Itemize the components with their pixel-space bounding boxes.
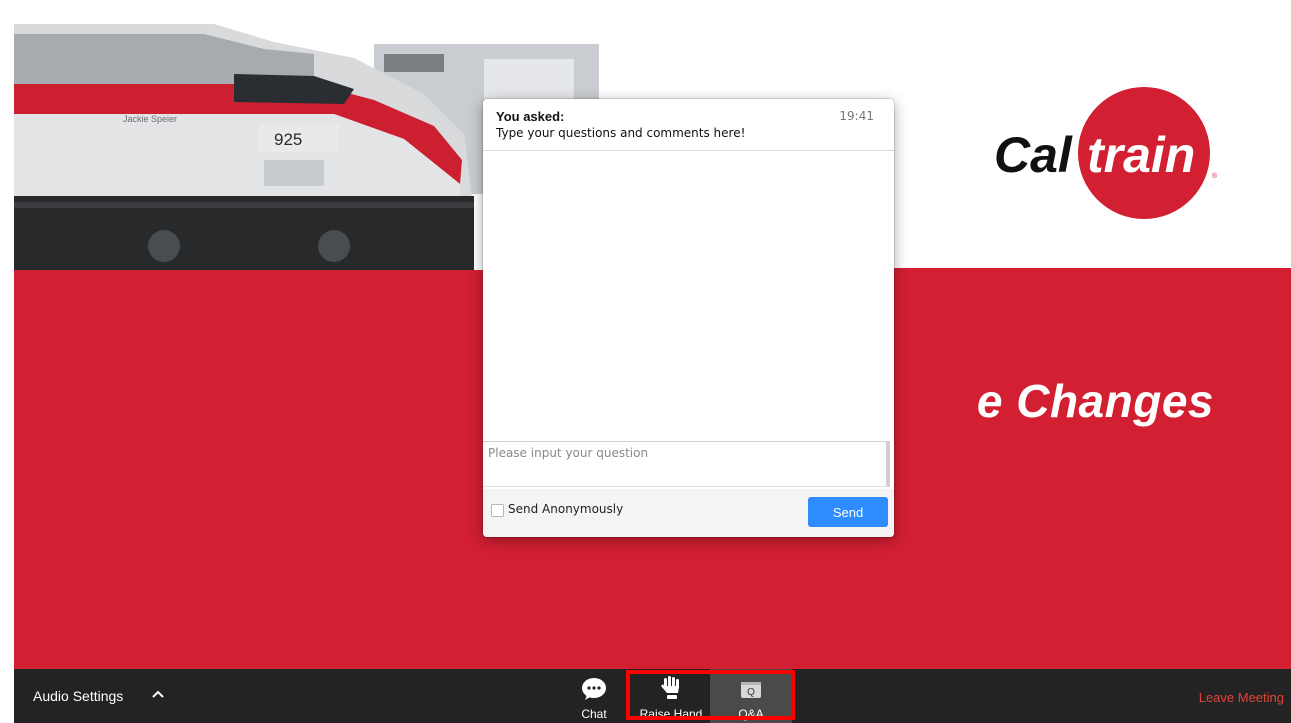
qa-label: Q&A (738, 707, 764, 721)
caret-up-icon[interactable] (151, 687, 165, 701)
meeting-toolbar: Audio Settings Chat Raise Hand Q Q&A Lea… (14, 669, 1291, 723)
send-anonymously-label[interactable]: Send Anonymously (508, 502, 623, 516)
chat-button[interactable]: Chat (570, 669, 618, 723)
qa-panel: You asked: Type your questions and comme… (483, 99, 894, 537)
qa-question-header: You asked: Type your questions and comme… (483, 99, 894, 151)
raise-hand-icon (661, 676, 679, 699)
raise-hand-label: Raise Hand (639, 707, 703, 721)
svg-text:®: ® (1212, 172, 1218, 180)
qa-icon: Q (741, 682, 761, 698)
you-asked-label: You asked: (496, 109, 565, 124)
question-timestamp: 19:41 (839, 109, 874, 123)
raise-hand-button[interactable]: Raise Hand (632, 669, 710, 723)
question-input[interactable] (483, 441, 890, 487)
qa-button[interactable]: Q Q&A (710, 669, 792, 723)
leave-meeting-button[interactable]: Leave Meeting (1199, 690, 1284, 705)
send-button[interactable]: Send (808, 497, 888, 527)
asked-question-text: Type your questions and comments here! (496, 126, 746, 140)
qa-footer: Send Anonymously Send (483, 489, 894, 537)
train-name-plate: Jackie Speier (123, 114, 177, 124)
train-number: 925 (274, 130, 302, 149)
svg-text:Q: Q (747, 687, 755, 698)
chat-label: Chat (581, 707, 607, 721)
caltrain-logo: Cal train ® (994, 87, 1218, 219)
qa-question-list[interactable] (483, 151, 894, 441)
svg-text:train: train (1087, 127, 1195, 183)
send-anonymously-checkbox[interactable] (491, 504, 504, 517)
chat-bubble-icon (582, 678, 606, 700)
svg-text:Cal: Cal (994, 127, 1073, 183)
audio-settings-button[interactable]: Audio Settings (33, 688, 123, 704)
